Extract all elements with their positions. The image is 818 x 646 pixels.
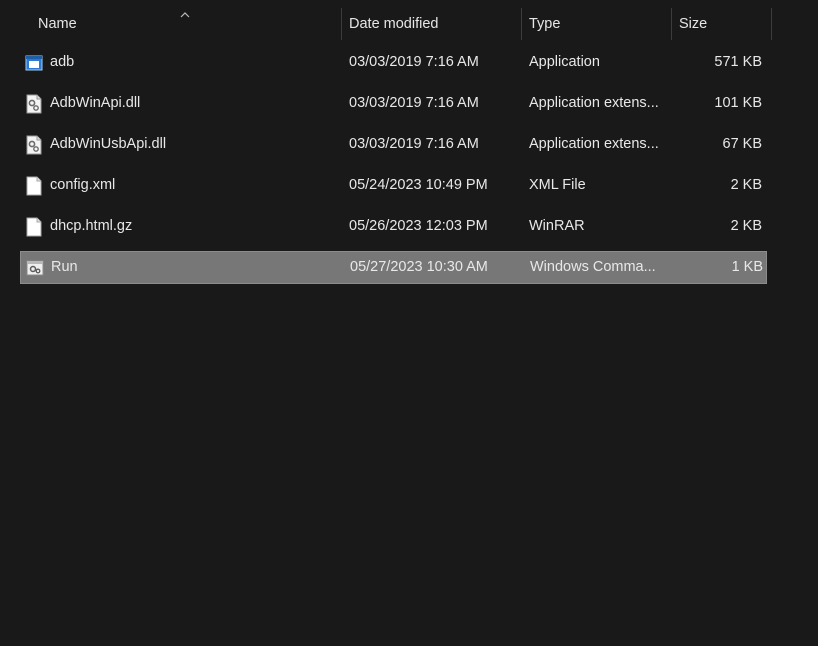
file-row-adbwinusbapi-dll[interactable]: AdbWinUsbApi.dll 03/03/2019 7:16 AM Appl… [20,128,767,161]
column-header-type[interactable]: Type [522,8,672,40]
file-date-modified: 05/24/2023 10:49 PM [349,177,488,193]
file-date-modified: 03/03/2019 7:16 AM [349,136,479,152]
blank-file-icon [26,176,42,196]
file-row-adbwinapi-dll[interactable]: AdbWinApi.dll 03/03/2019 7:16 AM Applica… [20,87,767,120]
dll-gear-file-icon [26,94,42,114]
file-type: WinRAR [529,218,585,234]
blank-file-icon [26,217,42,237]
file-size: 2 KB [730,177,762,193]
file-date-modified: 05/27/2023 10:30 AM [350,259,488,275]
column-header-name-label: Name [38,16,77,32]
file-type: Application [529,54,600,70]
dll-gear-file-icon [26,135,42,155]
column-separator[interactable] [771,8,772,40]
file-row-adb[interactable]: adb 03/03/2019 7:16 AM Application 571 K… [20,46,767,79]
file-explorer-details-view: Name Date modified Type Size adb 03/03/2… [0,0,818,646]
batch-script-icon [26,260,44,276]
file-type: Application extens... [529,136,659,152]
column-header-bar: Name Date modified Type Size [0,0,818,44]
column-header-date-label: Date modified [349,16,439,32]
file-row-run[interactable]: Run 05/27/2023 10:30 AM Windows Comma...… [20,251,767,284]
file-size: 2 KB [730,218,762,234]
file-size: 101 KB [714,95,762,111]
column-header-size-label: Size [679,16,708,32]
file-type: Application extens... [529,95,659,111]
file-name: config.xml [50,177,116,193]
chevron-up-icon [180,12,190,18]
column-header-type-label: Type [529,16,561,32]
file-size: 67 KB [722,136,763,152]
file-row-config-xml[interactable]: config.xml 05/24/2023 10:49 PM XML File … [20,169,767,202]
file-size: 1 KB [731,259,763,275]
file-name: AdbWinUsbApi.dll [50,136,167,152]
application-exe-icon [25,55,43,71]
file-name: Run [51,259,78,275]
file-name: AdbWinApi.dll [50,95,141,111]
column-header-size[interactable]: Size [672,8,772,40]
file-type: Windows Comma... [530,259,656,275]
column-header-name[interactable]: Name [0,8,342,40]
column-header-date[interactable]: Date modified [342,8,522,40]
file-type: XML File [529,177,586,193]
file-size: 571 KB [714,54,762,70]
file-date-modified: 05/26/2023 12:03 PM [349,218,488,234]
file-row-dhcp-html-gz[interactable]: dhcp.html.gz 05/26/2023 12:03 PM WinRAR … [20,210,767,243]
file-date-modified: 03/03/2019 7:16 AM [349,95,479,111]
file-name: dhcp.html.gz [50,218,133,234]
file-date-modified: 03/03/2019 7:16 AM [349,54,479,70]
file-list: adb 03/03/2019 7:16 AM Application 571 K… [20,46,767,292]
file-name: adb [50,54,75,70]
